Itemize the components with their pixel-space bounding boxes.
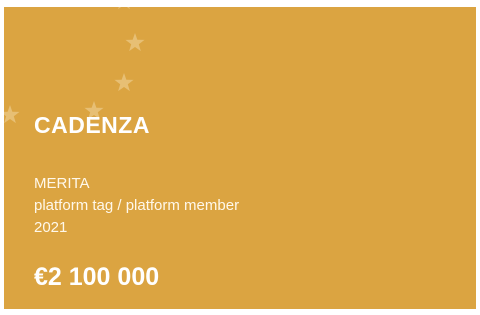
tags-label: platform tag / platform member [34, 197, 240, 214]
project-title: CADENZA [34, 112, 150, 138]
year-label: 2021 [34, 219, 68, 236]
project-meta: MERITA platform tag / platform member 20… [34, 173, 239, 239]
programme-label: MERITA [34, 175, 90, 192]
funding-amount: €2 100 000 [34, 263, 160, 291]
project-card[interactable]: CADENZA MERITA platform tag / platform m… [4, 7, 476, 309]
